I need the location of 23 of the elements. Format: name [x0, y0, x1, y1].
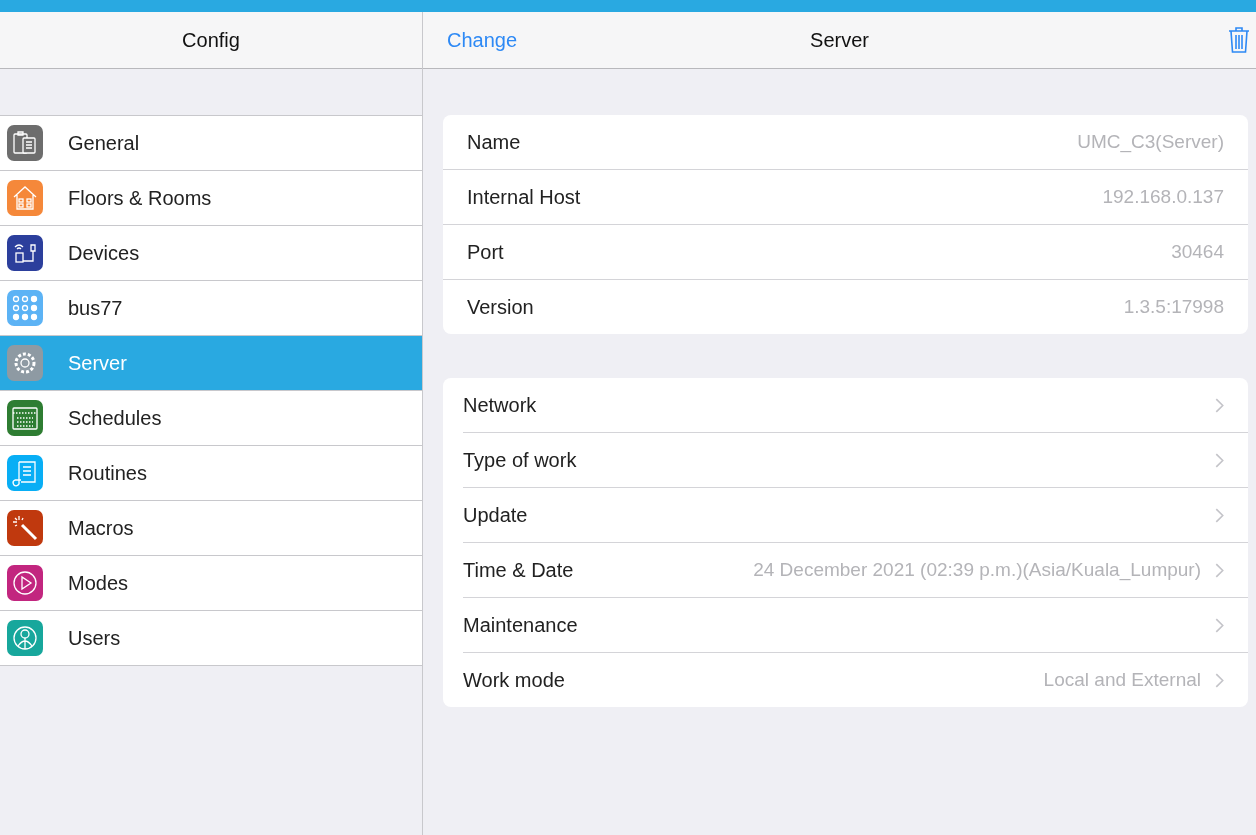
field-value: 1.3.5:17998	[1123, 296, 1224, 318]
chevron-icon	[1215, 507, 1224, 523]
chevron-icon	[1215, 397, 1224, 413]
chevron-icon	[1215, 452, 1224, 468]
page-title: Server	[810, 28, 869, 52]
menu-row[interactable]: Type of work	[463, 433, 1248, 488]
menu-row[interactable]: Update	[463, 488, 1248, 543]
field-value: 30464	[1171, 241, 1224, 263]
field-value: UMC_C3(Server)	[1077, 131, 1224, 153]
menu-row[interactable]: Work mode Local and External	[463, 653, 1248, 707]
field-label: Port	[467, 240, 505, 264]
field-value: 192.168.0.137	[1102, 186, 1224, 208]
chevron-icon	[1215, 617, 1224, 633]
chevron-icon	[1215, 672, 1224, 688]
menu-row[interactable]: Time & Date 24 December 2021 (02:39 p.m.)(Asia/Kuala_Lumpur)	[463, 543, 1248, 598]
field-label: Name	[467, 130, 522, 154]
menu-row[interactable]: Maintenance	[463, 598, 1248, 653]
trash-icon[interactable]	[1228, 26, 1250, 54]
field-label: Internal Host	[467, 185, 582, 209]
menu-row[interactable]: Network	[463, 378, 1248, 433]
sidebar-title: Config	[182, 28, 240, 52]
field-label: Version	[467, 295, 535, 319]
chevron-icon	[1215, 562, 1224, 578]
